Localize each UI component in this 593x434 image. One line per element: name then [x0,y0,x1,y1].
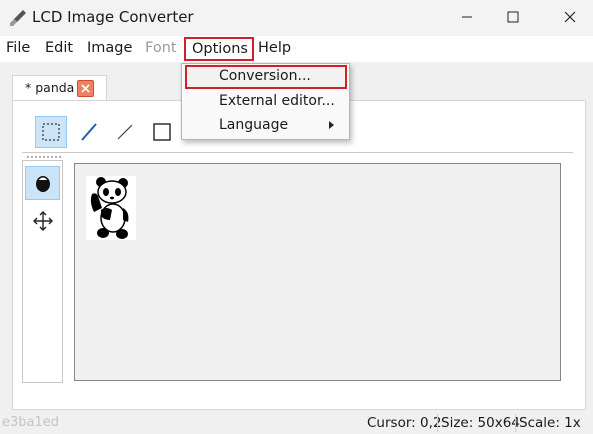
line-icon [117,124,133,140]
menu-file[interactable]: File [6,40,30,56]
menu-item-label: Language [219,117,289,133]
close-icon [81,84,90,93]
select-tool-button[interactable] [35,116,67,148]
move-tool-button[interactable] [27,205,59,237]
minimize-button[interactable] [444,0,490,34]
status-divider [437,414,438,432]
menu-item-label: External editor... [219,93,335,109]
rectangle-tool-button[interactable] [146,116,178,148]
toolbar-divider [22,152,573,153]
submenu-arrow-icon [329,121,334,129]
menu-item-language[interactable]: Language [182,114,349,138]
pen-icon [81,123,97,141]
panda-image[interactable] [86,176,136,240]
status-cursor: Cursor: 0,2 [367,415,442,431]
status-build-hash: e3ba1ed [2,415,60,430]
menu-image[interactable]: Image [87,40,132,56]
menu-item-conversion[interactable]: Conversion... [185,65,347,89]
brush-icon [10,10,26,26]
menu-edit[interactable]: Edit [45,40,73,56]
close-window-button[interactable] [547,0,593,34]
maximize-button[interactable] [490,0,536,34]
rectangle-icon [153,123,171,141]
options-menu-dropdown: Conversion... External editor... Languag… [181,63,350,140]
menu-options[interactable]: Options [184,37,254,61]
title-bar: LCD Image Converter [0,0,593,36]
menu-font[interactable]: Font [145,40,177,56]
minimize-icon [462,16,472,18]
status-divider [515,414,516,432]
move-icon [33,211,53,231]
fill-tool-button[interactable] [25,166,60,200]
menu-help[interactable]: Help [258,40,291,56]
panda-icon [90,177,129,239]
maximize-icon [507,11,519,23]
menu-bar: File Edit Image Font Options Help [0,36,593,62]
toolbar-grip[interactable] [27,156,61,158]
menu-item-external-editor[interactable]: External editor... [182,90,349,114]
line-tool-button[interactable] [109,116,141,148]
status-size: Size: 50x64 [441,415,520,431]
image-canvas[interactable] [74,163,561,381]
close-icon [564,11,576,23]
status-scale: Scale: 1x [519,415,581,431]
window-title: LCD Image Converter [32,8,194,26]
fill-icon [35,176,50,192]
select-rect-icon [42,123,60,141]
menu-item-label: Conversion... [219,68,311,84]
status-bar: e3ba1ed Cursor: 0,2 Size: 50x64 Scale: 1… [0,412,593,434]
tab-panda[interactable]: * panda [12,75,107,101]
tab-label: * panda [25,80,75,95]
tab-close-button[interactable] [77,80,94,97]
pen-tool-button[interactable] [73,116,105,148]
